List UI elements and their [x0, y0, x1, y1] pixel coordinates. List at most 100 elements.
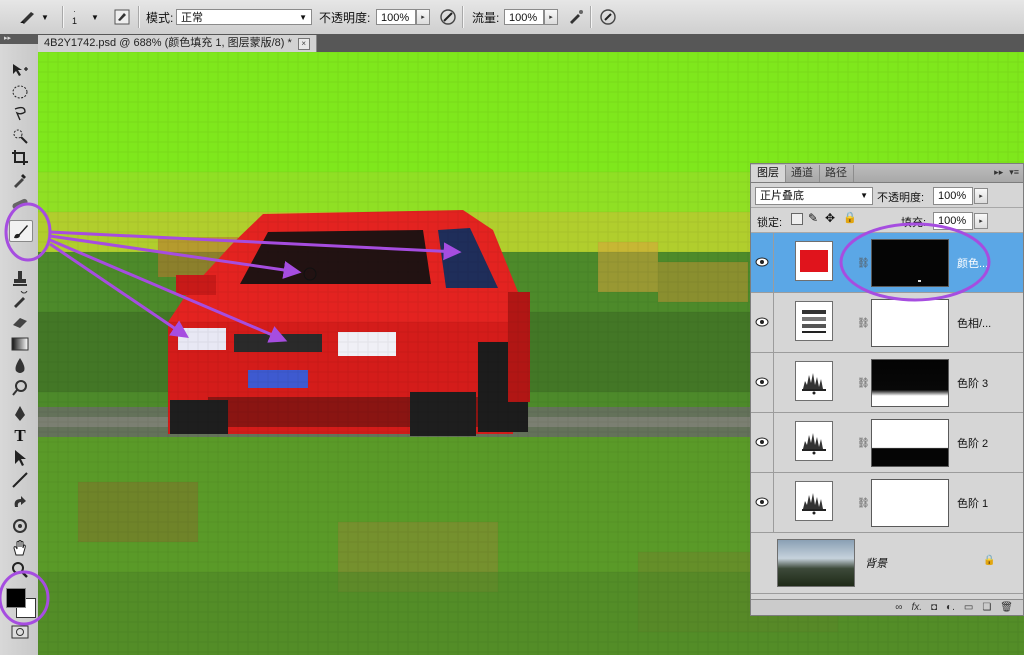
layer-row-levels-3[interactable]: ⛓ 色阶 3 — [751, 353, 1023, 413]
zoom-tool-icon[interactable] — [9, 560, 31, 580]
link-chain-icon[interactable]: ⛓ — [857, 438, 870, 449]
brush-size-dropdown-icon[interactable]: ▼ — [90, 7, 100, 27]
quick-selection-tool-icon[interactable] — [9, 126, 31, 146]
layer-name: 色相/... — [957, 318, 992, 330]
layer-mask-thumbnail[interactable] — [871, 359, 949, 407]
mode-control: 模式: — [146, 8, 173, 26]
link-chain-icon[interactable]: ⛓ — [857, 258, 870, 269]
layer-mask-thumbnail[interactable] — [871, 299, 949, 347]
layer-mask-thumbnail[interactable] — [871, 239, 949, 287]
type-tool-icon[interactable]: T — [9, 426, 31, 446]
fill-input[interactable]: 100% — [933, 212, 973, 230]
lock-fill-row: 锁定: ✎ ✥ 🔒 填充: 100% ▸ — [751, 208, 1023, 233]
layer-row-levels-2[interactable]: ⛓ 色阶 2 — [751, 413, 1023, 473]
brush-preset-icon[interactable] — [18, 7, 38, 27]
visibility-eye-icon[interactable] — [755, 495, 769, 509]
document-tab[interactable]: 4B2Y1742.psd @ 688% (颜色填充 1, 图层蒙版/8) * × — [38, 35, 317, 52]
tab-layers[interactable]: 图层 — [751, 165, 786, 182]
layer-name: 颜色... — [957, 258, 989, 270]
visibility-eye-icon[interactable] — [755, 375, 769, 389]
chevron-down-icon: ▼ — [299, 13, 307, 22]
background-thumbnail[interactable] — [777, 539, 855, 587]
flow-input[interactable]: 100% — [504, 9, 544, 25]
hue-saturation-adjustment-icon[interactable] — [795, 301, 833, 341]
opacity-input[interactable]: 100% — [376, 9, 416, 25]
new-adjustment-layer-icon[interactable]: ◐. — [946, 602, 955, 613]
3d-orbit-tool-icon[interactable] — [9, 516, 31, 536]
levels-adjustment-icon[interactable] — [795, 361, 833, 401]
layer-row-color-fill[interactable]: ⛓ 颜色... — [751, 233, 1023, 293]
layer-mask-thumbnail[interactable] — [871, 419, 949, 467]
line-tool-icon[interactable] — [9, 470, 31, 490]
collapse-panel-icon[interactable]: ▸▸ — [994, 167, 1003, 178]
quick-mask-icon[interactable] — [9, 622, 31, 642]
layer-mask-thumbnail[interactable] — [871, 479, 949, 527]
visibility-eye-icon[interactable] — [755, 255, 769, 269]
close-icon[interactable]: × — [297, 37, 310, 50]
link-layers-icon[interactable]: ∞ — [895, 602, 902, 613]
fill-label: 填充: — [901, 217, 927, 229]
layer-opacity-value: 100% — [938, 190, 967, 202]
eyedropper-tool-icon[interactable] — [9, 170, 31, 190]
flow-slider-button[interactable]: ▸ — [544, 9, 558, 25]
dodge-tool-icon[interactable] — [9, 378, 31, 398]
brush-preset-dropdown-icon[interactable]: ▼ — [40, 7, 50, 27]
pen-tool-icon[interactable] — [9, 404, 31, 424]
tab-channels[interactable]: 通道 — [785, 165, 820, 182]
lock-all-icon[interactable]: 🔒 — [843, 211, 857, 224]
link-chain-icon[interactable]: ⛓ — [857, 318, 870, 329]
move-tool-icon[interactable] — [9, 60, 31, 80]
levels-adjustment-icon[interactable] — [795, 481, 833, 521]
eraser-tool-icon[interactable] — [9, 312, 31, 332]
color-fill-thumbnail[interactable] — [795, 241, 833, 281]
levels-adjustment-icon[interactable] — [795, 421, 833, 461]
clone-stamp-tool-icon[interactable] — [9, 268, 31, 288]
layer-row-levels-1[interactable]: ⛓ 色阶 1 — [751, 473, 1023, 533]
opacity-label: 不透明度: — [319, 10, 371, 25]
path-selection-tool-icon[interactable] — [9, 448, 31, 468]
lock-position-icon[interactable]: ✥ — [825, 211, 835, 225]
new-group-icon[interactable]: ▭ — [964, 602, 973, 613]
add-mask-icon[interactable]: ◘ — [931, 602, 937, 613]
panel-menu-icon[interactable]: ▾≡ — [1009, 167, 1019, 178]
blur-tool-icon[interactable] — [9, 356, 31, 376]
lock-image-icon[interactable]: ✎ — [808, 211, 818, 225]
airbrush-icon[interactable] — [566, 7, 586, 27]
layer-opacity-slider-button[interactable]: ▸ — [974, 188, 988, 204]
layer-name: 背景 — [865, 558, 887, 570]
visibility-eye-icon[interactable] — [755, 315, 769, 329]
layer-row-hue-saturation[interactable]: ⛓ 色相/... — [751, 293, 1023, 353]
pressure-opacity-icon[interactable] — [438, 7, 458, 27]
new-layer-icon[interactable]: ❏ — [982, 602, 991, 613]
crop-tool-icon[interactable] — [9, 148, 31, 168]
tools-panel-grip[interactable]: ▸▸ — [0, 34, 38, 44]
layers-panel-tabbar: 图层 通道 路径 ▸▸ ▾≡ — [751, 164, 1023, 183]
delete-layer-icon[interactable]: 🗑 — [1000, 602, 1013, 613]
hand-tool-icon[interactable] — [9, 538, 31, 558]
mode-select[interactable]: 正常 ▼ — [176, 8, 312, 26]
layer-style-icon[interactable]: fx. — [911, 602, 922, 613]
link-chain-icon[interactable]: ⛓ — [857, 498, 870, 509]
tab-paths[interactable]: 路径 — [819, 165, 854, 182]
elliptical-marquee-tool-icon[interactable] — [9, 82, 31, 102]
foreground-color-swatch[interactable] — [6, 588, 26, 608]
brush-panel-toggle-icon[interactable] — [112, 7, 132, 27]
opacity-slider-button[interactable]: ▸ — [416, 9, 430, 25]
history-brush-tool-icon[interactable] — [9, 290, 31, 310]
fill-slider-button[interactable]: ▸ — [974, 213, 988, 229]
layer-lock-icon: 🔒 — [983, 555, 996, 566]
healing-brush-tool-icon[interactable] — [9, 194, 31, 214]
visibility-eye-icon[interactable] — [755, 435, 769, 449]
pressure-size-icon[interactable] — [598, 7, 618, 27]
layer-opacity-input[interactable]: 100% — [933, 187, 973, 205]
link-chain-icon[interactable]: ⛓ — [857, 378, 870, 389]
lasso-tool-icon[interactable] — [9, 104, 31, 124]
lock-transparent-icon[interactable] — [791, 213, 803, 225]
blend-mode-value: 正片叠底 — [760, 190, 804, 202]
brush-tool-icon[interactable] — [9, 220, 33, 242]
3d-rotate-tool-icon[interactable] — [9, 494, 31, 514]
gradient-tool-icon[interactable] — [9, 334, 31, 354]
layer-row-background[interactable]: 背景 🔒 — [751, 533, 1023, 594]
brush-size-picker[interactable]: · 1 — [72, 5, 77, 29]
blend-mode-select[interactable]: 正片叠底 ▼ — [755, 187, 873, 205]
